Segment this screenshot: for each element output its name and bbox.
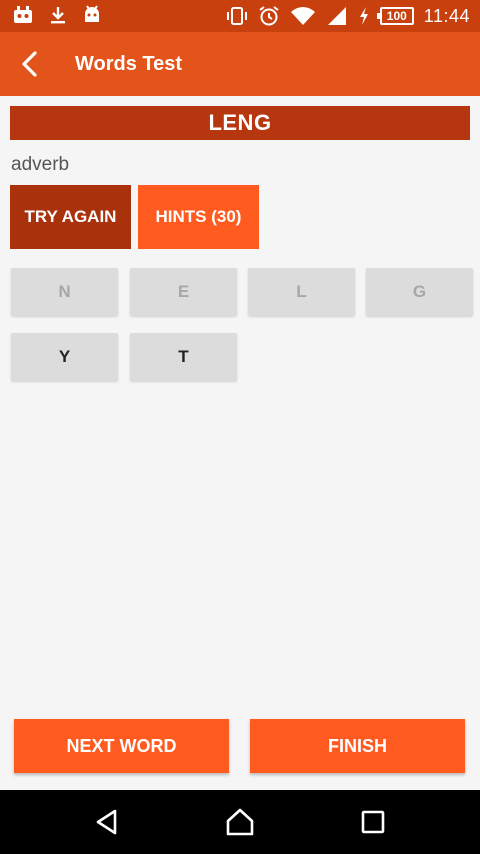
next-word-button[interactable]: NEXT WORD — [14, 719, 229, 773]
letter-tile-e[interactable]: E — [130, 268, 237, 316]
app-bar: Words Test — [0, 32, 480, 96]
status-left-icons — [12, 5, 102, 25]
back-button[interactable] — [10, 44, 50, 84]
hints-button[interactable]: HINTS (30) — [138, 185, 259, 249]
page-title: Words Test — [75, 53, 183, 75]
chevron-left-icon — [22, 51, 37, 77]
alarm-icon — [258, 5, 280, 27]
part-of-speech-label: adverb — [11, 154, 70, 175]
signal-icon — [326, 6, 348, 26]
triangle-back-icon — [96, 809, 117, 835]
nav-recents-button[interactable] — [355, 804, 391, 840]
status-bar: 100 11:44 — [0, 0, 480, 32]
charging-icon — [358, 6, 370, 26]
wifi-icon — [290, 6, 316, 26]
battery-indicator: 100 — [376, 7, 414, 25]
square-recents-icon — [361, 810, 385, 834]
download-icon — [48, 5, 68, 25]
android-icon — [82, 5, 102, 25]
vibrate-icon — [226, 6, 248, 26]
letter-tile-l[interactable]: L — [248, 268, 355, 316]
nav-home-button[interactable] — [222, 804, 258, 840]
letter-tile-t[interactable]: T — [130, 333, 237, 381]
letter-tile-g[interactable]: G — [366, 268, 473, 316]
status-right-icons: 100 11:44 — [226, 0, 470, 32]
status-clock: 11:44 — [423, 5, 470, 26]
try-again-button[interactable]: TRY AGAIN — [10, 185, 131, 249]
home-icon — [226, 808, 254, 836]
letter-tile-y[interactable]: Y — [11, 333, 118, 381]
finish-button[interactable]: FINISH — [250, 719, 465, 773]
letter-tile-n[interactable]: N — [11, 268, 118, 316]
system-nav-bar — [0, 790, 480, 854]
nav-back-button[interactable] — [89, 804, 125, 840]
robot-face-icon — [12, 5, 34, 25]
scrambled-word-banner: LENG — [10, 106, 470, 140]
